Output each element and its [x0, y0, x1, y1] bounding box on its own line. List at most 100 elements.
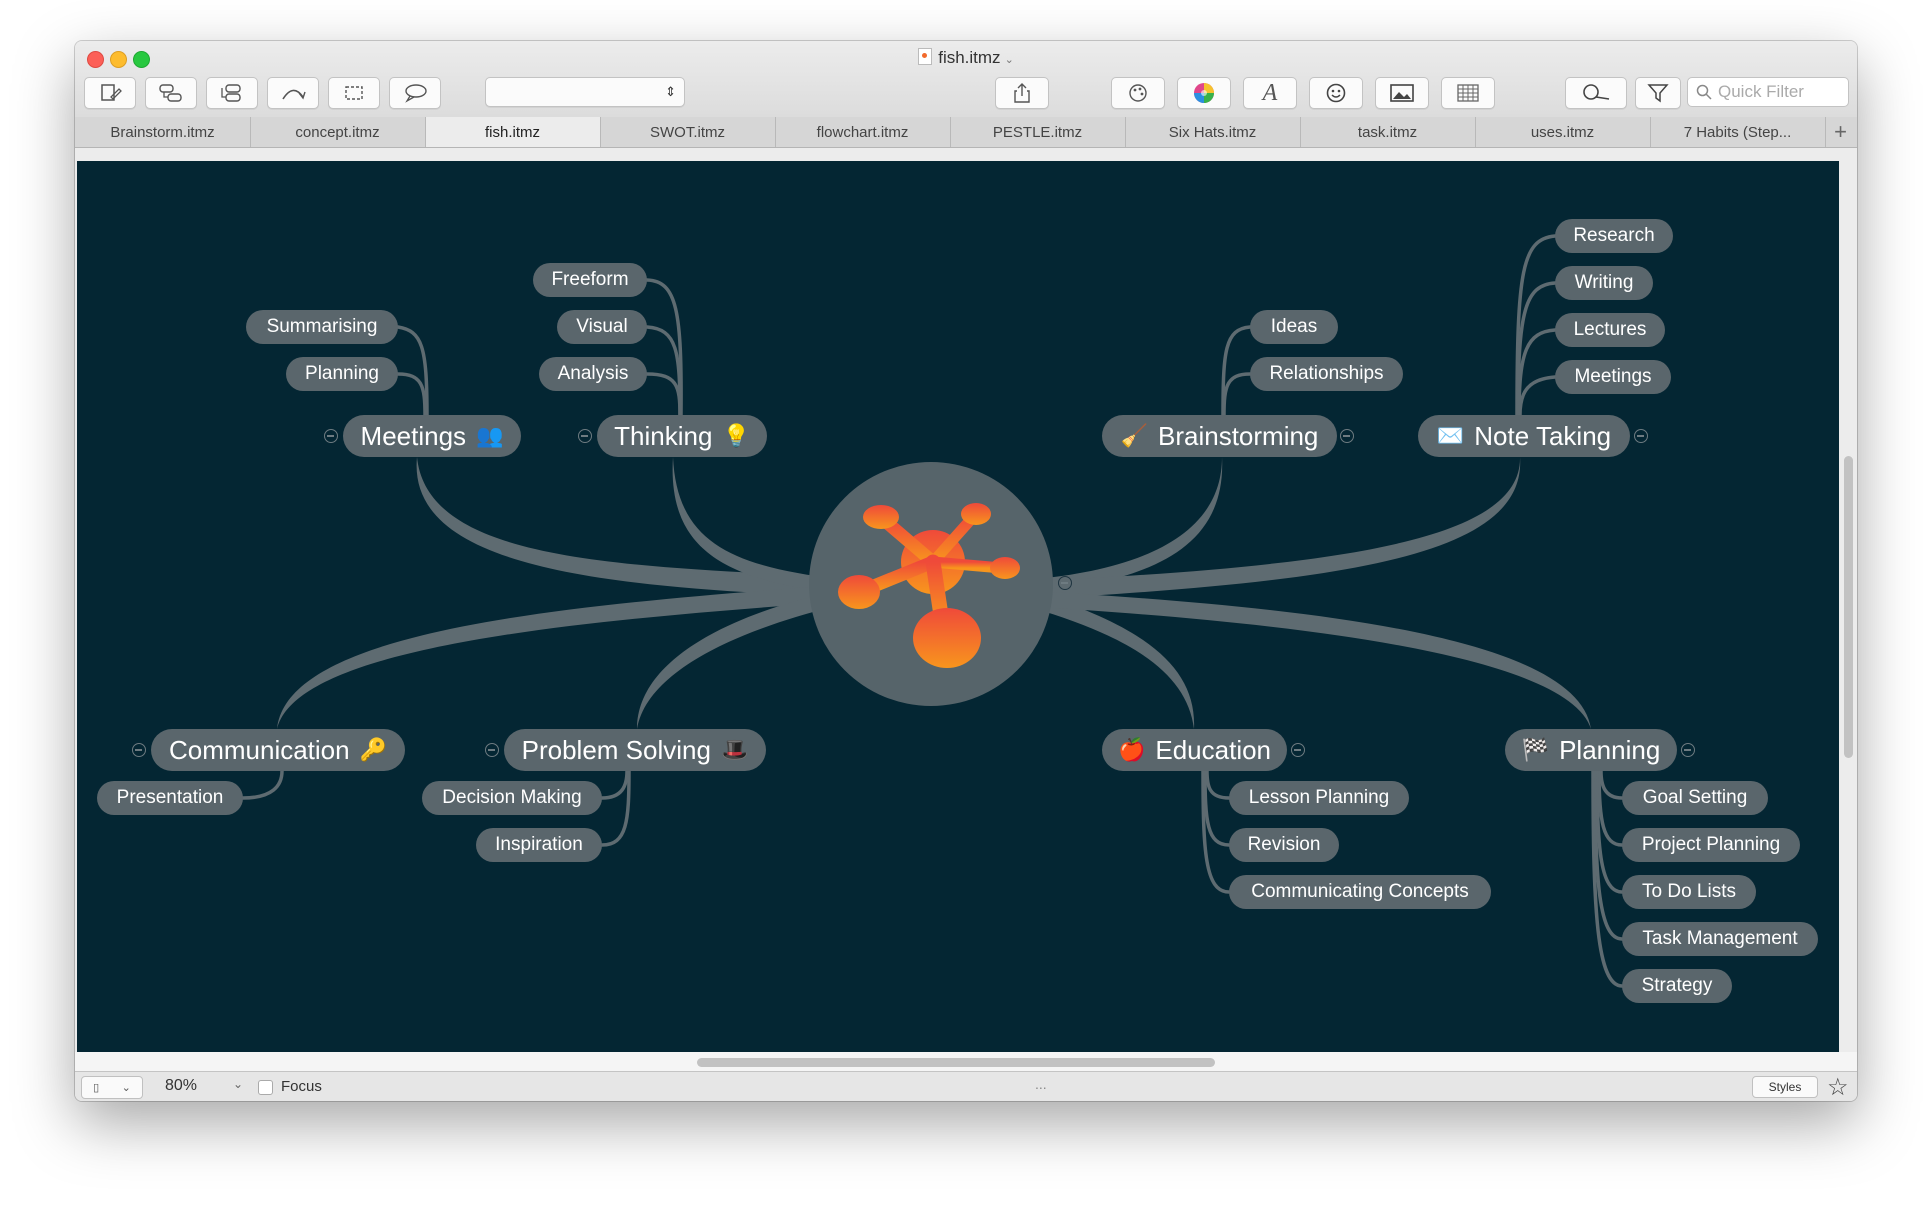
sidebar-icon: ▯: [93, 1082, 100, 1094]
add-subtopic-button[interactable]: [145, 77, 197, 109]
focus-checkbox[interactable]: [258, 1080, 273, 1095]
relationship-button[interactable]: [267, 77, 319, 109]
subtopic-analysis[interactable]: Analysis: [539, 357, 647, 391]
branch-brainstorming[interactable]: 🧹 Brainstorming: [1102, 415, 1337, 457]
subtopic-planning[interactable]: Planning: [286, 357, 398, 391]
subtopic-writing[interactable]: Writing: [1555, 266, 1653, 300]
collapse-toggle[interactable]: [1340, 429, 1354, 443]
color-picker-button[interactable]: [1177, 77, 1231, 109]
table-icon: [1457, 84, 1479, 102]
subtopic-freeform[interactable]: Freeform: [533, 263, 647, 297]
branch-planning[interactable]: 🏁 Planning: [1505, 729, 1677, 771]
app-window: fish.itmz ⌄ ⇕ A Quick Filter 7 Habits (S…: [75, 41, 1857, 1101]
magnifier-icon: [1583, 84, 1610, 100]
subtopic-goal-setting[interactable]: Goal Setting: [1622, 781, 1768, 815]
table-button[interactable]: [1441, 77, 1495, 109]
central-topic[interactable]: [809, 462, 1053, 706]
connector-visual: [645, 325, 682, 417]
tab-6[interactable]: Six Hats.itmz: [1125, 117, 1301, 147]
checkered-flag-icon: 🏁: [1521, 737, 1550, 762]
zoom-level[interactable]: 80%: [165, 1077, 197, 1095]
mindmap-canvas[interactable]: Meetings 👥 Summarising Planning Thinking…: [77, 161, 1839, 1052]
envelope-icon: ✉️: [1436, 423, 1465, 448]
tab-9[interactable]: 7 Habits (Step...: [1650, 117, 1826, 147]
subtopic-summarising[interactable]: Summarising: [246, 310, 398, 344]
new-document-button[interactable]: [84, 77, 136, 109]
subtopic-lesson-planning[interactable]: Lesson Planning: [1229, 781, 1409, 815]
subtopic-communicating-concepts[interactable]: Communicating Concepts: [1229, 875, 1491, 909]
tab-8[interactable]: uses.itmz: [1475, 117, 1651, 147]
zoom-chevron-icon[interactable]: ⌄: [233, 1077, 243, 1091]
connector-goal-setting: [1599, 769, 1624, 800]
connector-decision-making: [600, 769, 629, 800]
boundary-button[interactable]: [328, 77, 380, 109]
subtopic-strategy[interactable]: Strategy: [1622, 969, 1732, 1003]
tab-7[interactable]: task.itmz: [1300, 117, 1476, 147]
horizontal-scrollbar[interactable]: [697, 1058, 1215, 1067]
branch-thinking[interactable]: Thinking 💡: [597, 415, 767, 457]
image-button[interactable]: [1375, 77, 1429, 109]
share-button[interactable]: [995, 77, 1049, 109]
collapse-toggle[interactable]: [132, 743, 146, 757]
emoji-button[interactable]: [1309, 77, 1363, 109]
theme-button[interactable]: [1111, 77, 1165, 109]
chevron-down-icon: ⌄: [1004, 54, 1014, 66]
collapse-toggle[interactable]: [1634, 429, 1648, 443]
tab-4[interactable]: flowchart.itmz: [775, 117, 951, 147]
style-select[interactable]: ⇕: [485, 77, 685, 107]
subtopic-presentation[interactable]: Presentation: [97, 781, 243, 815]
subtopic-research[interactable]: Research: [1555, 219, 1673, 253]
filter-button[interactable]: [1635, 77, 1681, 109]
subtopic-visual[interactable]: Visual: [557, 310, 647, 344]
subtopic-lectures[interactable]: Lectures: [1555, 313, 1665, 347]
subtopic-task-management[interactable]: Task Management: [1622, 922, 1818, 956]
connector-lesson-planning: [1205, 769, 1231, 800]
add-sibling-button[interactable]: [206, 77, 258, 109]
connector-analysis: [645, 372, 682, 417]
connector-relationships: [1222, 372, 1252, 417]
star-icon[interactable]: ☆: [1827, 1073, 1849, 1101]
central-collapse-toggle[interactable]: [1058, 576, 1072, 590]
branch-communication[interactable]: Communication 🔑: [151, 729, 405, 771]
collapse-toggle[interactable]: [578, 429, 592, 443]
branch-meetings[interactable]: Meetings 👥: [343, 415, 521, 457]
styles-button[interactable]: Styles: [1752, 1076, 1818, 1098]
sidebar-toggle-button[interactable]: ▯ ⌄: [81, 1076, 143, 1099]
branch-education[interactable]: 🍎 Education: [1102, 729, 1287, 771]
subtopic-to-do-lists[interactable]: To Do Lists: [1622, 875, 1756, 909]
subtopic-ideas[interactable]: Ideas: [1250, 310, 1338, 344]
tab-1[interactable]: concept.itmz: [250, 117, 426, 147]
palette-icon: [1129, 84, 1147, 102]
add-tab-button[interactable]: +: [1824, 117, 1857, 147]
search-button[interactable]: [1565, 77, 1627, 109]
subtopic-decision-making[interactable]: Decision Making: [422, 781, 602, 815]
people-icon: 👥: [476, 423, 504, 448]
window-title[interactable]: fish.itmz ⌄: [75, 48, 1857, 68]
quick-filter-input[interactable]: Quick Filter: [1687, 77, 1849, 107]
collapse-toggle[interactable]: [324, 429, 338, 443]
connector-summarising: [396, 325, 429, 417]
resize-handle[interactable]: ...: [1035, 1076, 1047, 1092]
branch-problem-solving[interactable]: Problem Solving 🎩: [504, 729, 766, 771]
collapse-toggle[interactable]: [1681, 743, 1695, 757]
connector-note-meetings: [1518, 375, 1557, 417]
subtopic-relationships[interactable]: Relationships: [1250, 357, 1403, 391]
tab-3[interactable]: SWOT.itmz: [600, 117, 776, 147]
document-tabs: 7 Habits (Step... uses.itmz task.itmz Six H…: [75, 117, 1857, 148]
callout-button[interactable]: [389, 77, 441, 109]
subtopic-meetings[interactable]: Meetings: [1555, 360, 1671, 394]
subtopic-inspiration[interactable]: Inspiration: [476, 828, 602, 862]
vertical-scrollbar[interactable]: [1844, 456, 1853, 758]
title-bar: fish.itmz ⌄ ⇕ A Quick Filter: [75, 41, 1857, 118]
tab-0[interactable]: Brainstorm.itmz: [75, 117, 251, 147]
updown-chevron-icon: ⇕: [665, 84, 676, 99]
collapse-toggle[interactable]: [485, 743, 499, 757]
subtopic-revision[interactable]: Revision: [1229, 828, 1339, 862]
font-button[interactable]: A: [1243, 77, 1297, 109]
sibling-topic-icon: [221, 84, 241, 102]
subtopic-project-planning[interactable]: Project Planning: [1622, 828, 1800, 862]
tab-2[interactable]: fish.itmz: [425, 117, 601, 147]
tab-5[interactable]: PESTLE.itmz: [950, 117, 1126, 147]
collapse-toggle[interactable]: [1291, 743, 1305, 757]
branch-note-taking[interactable]: ✉️ Note Taking: [1418, 415, 1630, 457]
